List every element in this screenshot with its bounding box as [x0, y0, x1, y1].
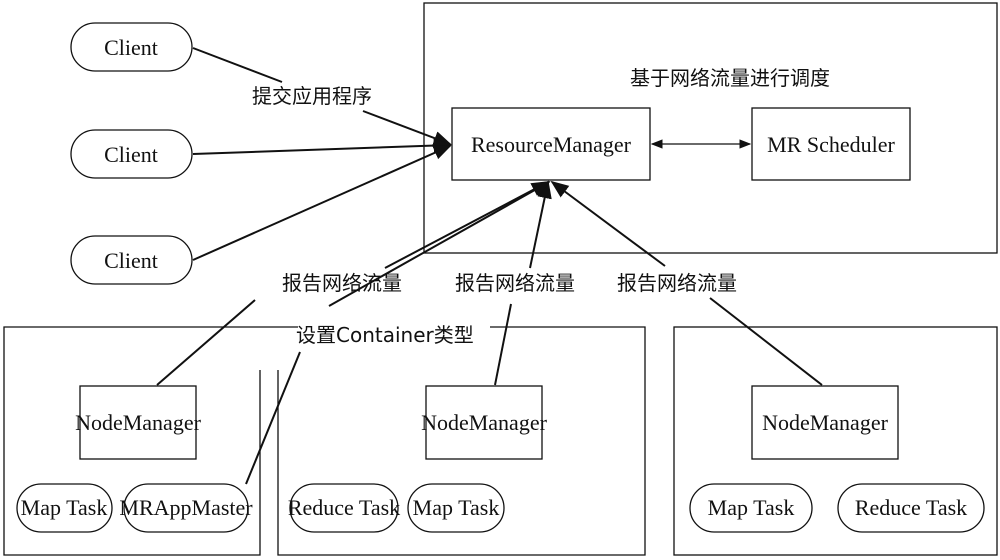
node-manager-label: NodeManager	[762, 410, 889, 435]
task-map-1[interactable]: Map Task	[16, 483, 113, 533]
client-3[interactable]: Client	[70, 235, 193, 285]
container-type-label: 设置Container类型	[296, 323, 474, 347]
task-map-3[interactable]: Map Task	[689, 483, 813, 533]
client-2-arrow	[192, 138, 452, 155]
mr-scheduler-label: MR Scheduler	[767, 132, 895, 157]
svg-text:Reduce Task: Reduce Task	[288, 495, 400, 520]
svg-text:Map Task: Map Task	[21, 495, 108, 520]
submit-app-label: 提交应用程序	[252, 84, 372, 108]
architecture-diagram: 基于网络流量进行调度 ResourceManager MR Scheduler …	[3, 2, 998, 556]
report-line-2a	[494, 303, 512, 386]
svg-text:Reduce Task: Reduce Task	[855, 495, 967, 520]
node-manager-label: NodeManager	[421, 410, 548, 435]
report-line-1a	[156, 299, 256, 386]
client-1[interactable]: Client	[70, 22, 193, 72]
task-reduce-3[interactable]: Reduce Task	[837, 483, 985, 533]
report-arrow-2	[529, 180, 552, 269]
svg-text:MRAppMaster: MRAppMaster	[119, 495, 253, 520]
task-reduce-2[interactable]: Reduce Task	[288, 483, 400, 533]
rm-group-label: 基于网络流量进行调度	[630, 66, 830, 90]
client-3-arrow	[192, 145, 452, 261]
node-manager-label: NodeManager	[75, 410, 202, 435]
task-map-2[interactable]: Map Task	[407, 483, 505, 533]
report-line-3a	[709, 297, 823, 386]
client-1-arrow	[362, 110, 452, 145]
client-label: Client	[104, 35, 158, 60]
resource-manager-label: ResourceManager	[471, 132, 632, 157]
report-arrow-1	[384, 181, 550, 269]
client-1-line	[192, 47, 283, 83]
svg-text:Map Task: Map Task	[413, 495, 500, 520]
report-label-2: 报告网络流量	[455, 271, 575, 295]
client-2[interactable]: Client	[70, 129, 193, 179]
report-label-3: 报告网络流量	[617, 271, 737, 295]
client-label: Client	[104, 142, 158, 167]
svg-text:Map Task: Map Task	[708, 495, 795, 520]
client-label: Client	[104, 248, 158, 273]
task-mrappmaster[interactable]: MRAppMaster	[119, 483, 253, 533]
appmaster-line-a	[245, 351, 301, 485]
